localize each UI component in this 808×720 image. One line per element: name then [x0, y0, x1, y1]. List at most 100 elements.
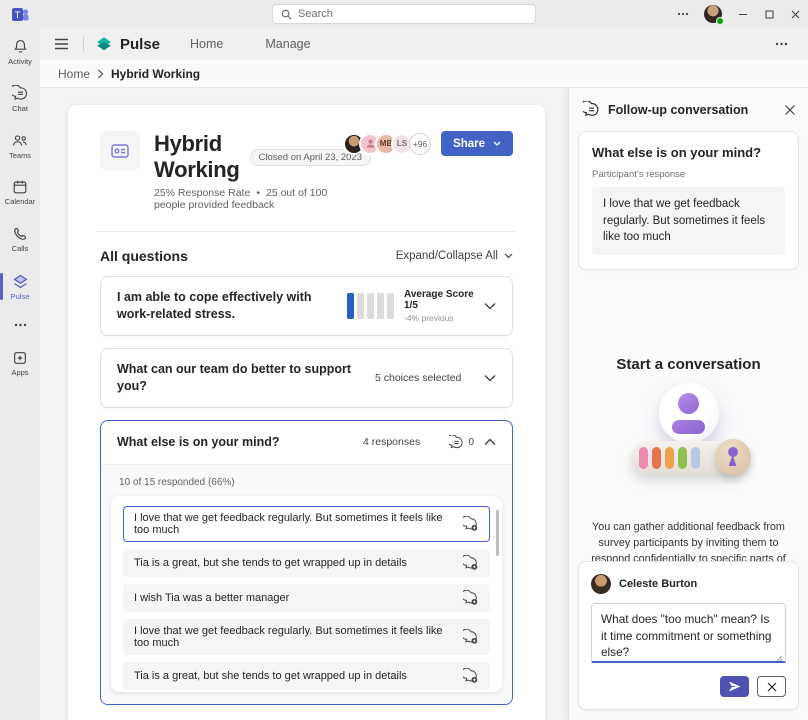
send-button[interactable]	[720, 676, 749, 697]
bell-icon	[12, 38, 29, 55]
composer-author: Celeste Burton	[619, 578, 697, 590]
comment-bubble-icon	[449, 435, 464, 450]
phone-icon	[12, 226, 28, 242]
chat-icon	[12, 85, 29, 102]
titlebar-more-button[interactable]	[670, 0, 696, 28]
close-window-button[interactable]	[782, 0, 808, 28]
question-text: What can our team do better to support y…	[117, 361, 357, 395]
rail-item-calendar[interactable]: Calendar	[0, 169, 40, 216]
response-row[interactable]: Tia is a great, but she tends to get wra…	[123, 549, 490, 577]
rail-more-button[interactable]	[0, 310, 40, 340]
content-area: Hybrid Working Closed on April 23, 2023 …	[40, 88, 808, 720]
start-conversation-icon[interactable]	[463, 590, 479, 606]
breadcrumb: Home Hybrid Working	[40, 60, 808, 88]
response-row[interactable]: Tia is a great, but she tends to get wra…	[123, 662, 490, 690]
app-rail: Activity Chat Teams Calendar Calls Pulse…	[0, 28, 40, 720]
panel-title: Follow-up conversation	[608, 103, 776, 117]
avatar-overflow[interactable]: +96	[409, 133, 431, 155]
start-conversation-icon[interactable]	[463, 516, 479, 532]
expand-collapse-all-button[interactable]: Expand/Collapse All	[396, 250, 513, 262]
divider	[83, 36, 84, 52]
scrollbar-thumb[interactable]	[496, 510, 499, 556]
response-quote: I love that we get feedback regularly. B…	[592, 187, 785, 255]
response-row[interactable]: I love that we get feedback regularly. B…	[123, 619, 490, 655]
rail-item-teams[interactable]: Teams	[0, 122, 40, 169]
trend-label: -4% previous	[404, 313, 474, 323]
user-avatar[interactable]	[704, 5, 722, 23]
conversation-icon	[583, 101, 600, 118]
participant-response-card: What else is on your mind? Participant's…	[578, 131, 799, 270]
page-title: Hybrid Working	[154, 131, 240, 183]
rail-item-calls[interactable]: Calls	[0, 216, 40, 263]
followup-panel: Follow-up conversation What else is on y…	[568, 88, 808, 720]
teams-logo-icon: T	[12, 6, 29, 23]
resize-handle[interactable]	[776, 655, 783, 662]
pulse-app-logo-icon	[94, 34, 114, 54]
start-heading: Start a conversation	[569, 356, 808, 373]
search-placeholder: Search	[298, 8, 333, 20]
window-titlebar: T Search	[0, 0, 808, 28]
survey-card: Hybrid Working Closed on April 23, 2023 …	[68, 105, 545, 720]
share-button[interactable]: Share	[441, 131, 513, 156]
question-card-open-feedback: What else is on your mind? 4 responses 0…	[100, 420, 513, 705]
survey-stats: 25% Response Rate•25 out of 100 people p…	[154, 187, 333, 211]
chevron-up-icon[interactable]	[484, 438, 496, 446]
minimize-button[interactable]	[730, 0, 756, 28]
question-card-support[interactable]: What can our team do better to support y…	[100, 348, 513, 408]
question-text: What else is on your mind?	[117, 434, 345, 451]
comment-count: 0	[468, 437, 474, 448]
apps-plus-icon	[12, 350, 28, 366]
pulse-diamond-icon	[12, 273, 29, 290]
avatar-group[interactable]: MB LS +96	[343, 133, 431, 155]
question-meta: 5 choices selected	[357, 372, 474, 384]
message-input[interactable]: What does "too much" mean? Is it time co…	[591, 603, 786, 663]
average-score-label: Average Score 1/5	[404, 289, 474, 311]
chevron-right-icon	[97, 69, 104, 79]
response-row[interactable]: I love that we get feedback regularly. B…	[123, 506, 490, 542]
score-bars	[347, 293, 394, 319]
divider	[96, 231, 517, 232]
start-conversation-icon[interactable]	[463, 555, 479, 571]
question-text: I am able to cope effectively with work-…	[117, 289, 329, 323]
cancel-button[interactable]	[757, 676, 786, 697]
chevron-down-icon[interactable]	[484, 302, 496, 310]
rail-item-chat[interactable]: Chat	[0, 75, 40, 122]
composer-avatar	[591, 574, 611, 594]
rail-item-pulse[interactable]: Pulse	[0, 263, 40, 310]
calendar-icon	[12, 179, 28, 195]
rail-item-activity[interactable]: Activity	[0, 28, 40, 75]
ellipsis-icon	[14, 323, 27, 327]
question-card-header[interactable]: What else is on your mind? 4 responses 0	[101, 421, 512, 464]
responses-section: 10 of 15 responded (66%) I love that we …	[101, 464, 512, 704]
start-conversation-icon[interactable]	[463, 668, 479, 684]
participants-pill-icon	[631, 441, 747, 474]
all-questions-heading: All questions	[100, 248, 188, 264]
question-card-stress[interactable]: I am able to cope effectively with work-…	[100, 276, 513, 336]
question-meta: 4 responses	[345, 436, 420, 448]
responded-label: 10 of 15 responded (66%)	[119, 477, 502, 488]
breadcrumb-current: Hybrid Working	[111, 67, 200, 81]
response-row[interactable]: I wish Tia was a better manager	[123, 584, 490, 612]
survey-icon	[100, 131, 140, 171]
app-header: Pulse Home Manage	[40, 28, 808, 60]
search-icon	[281, 9, 292, 20]
start-conversation-icon[interactable]	[463, 629, 479, 645]
maximize-button[interactable]	[756, 0, 782, 28]
app-more-button[interactable]	[771, 38, 792, 50]
rail-item-apps[interactable]: Apps	[0, 340, 40, 387]
presence-available-icon	[716, 17, 724, 25]
responses-list: I love that we get feedback regularly. B…	[111, 496, 502, 692]
response-rate: 25% Response Rate	[154, 187, 250, 199]
tab-home[interactable]: Home	[190, 37, 223, 51]
hamburger-menu-icon[interactable]	[50, 34, 73, 54]
tab-manage[interactable]: Manage	[265, 37, 310, 51]
close-panel-button[interactable]	[784, 104, 796, 116]
message-composer: Celeste Burton What does "too much" mean…	[578, 561, 799, 710]
people-icon	[11, 132, 29, 149]
person-bubble-icon	[659, 383, 719, 443]
breadcrumb-home-link[interactable]: Home	[58, 67, 90, 81]
app-title: Pulse	[120, 36, 160, 53]
confidential-keyhole-icon	[715, 439, 751, 475]
chevron-down-icon[interactable]	[484, 374, 496, 382]
search-input[interactable]: Search	[272, 4, 536, 24]
